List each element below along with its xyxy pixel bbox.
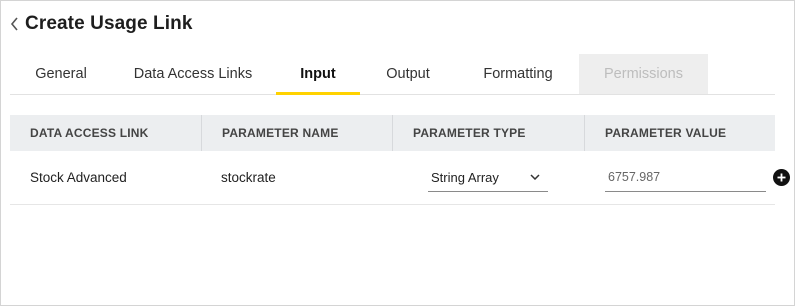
back-button[interactable]: [7, 14, 21, 34]
tab-data-access-links[interactable]: Data Access Links: [118, 54, 268, 94]
tab-formatting[interactable]: Formatting: [466, 54, 570, 94]
tab-general[interactable]: General: [10, 54, 112, 94]
column-header-data-access-link: DATA ACCESS LINK: [30, 126, 149, 140]
parameters-table: DATA ACCESS LINK PARAMETER NAME PARAMETE…: [10, 115, 790, 205]
cell-parameter-type: String Array: [392, 151, 584, 204]
plus-icon: [777, 173, 786, 182]
cell-parameter-name: stockrate: [221, 170, 276, 185]
tab-permissions: Permissions: [579, 54, 708, 94]
table-row: Stock Advanced stockrate String Array: [10, 151, 790, 205]
tab-input[interactable]: Input: [276, 54, 360, 95]
cell-data-access-link: Stock Advanced: [30, 170, 127, 185]
page-header: Create Usage Link: [7, 11, 193, 37]
cell-parameter-value: [584, 151, 775, 204]
chevron-down-icon: [530, 174, 540, 180]
chevron-left-icon: [10, 17, 18, 31]
column-header-parameter-name: PARAMETER NAME: [201, 115, 392, 151]
add-row-button[interactable]: [773, 169, 790, 186]
parameter-type-selected-value: String Array: [431, 169, 499, 185]
table-header: DATA ACCESS LINK PARAMETER NAME PARAMETE…: [10, 115, 775, 151]
dialog-panel: Create Usage Link General Data Access Li…: [0, 0, 795, 306]
column-header-parameter-type: PARAMETER TYPE: [392, 115, 584, 151]
parameter-value-input[interactable]: [605, 163, 766, 192]
column-header-parameter-value: PARAMETER VALUE: [584, 115, 775, 151]
parameter-type-select[interactable]: String Array: [428, 164, 548, 192]
tab-output[interactable]: Output: [366, 54, 450, 94]
page-title: Create Usage Link: [25, 13, 193, 34]
tab-bar: General Data Access Links Input Output F…: [10, 54, 775, 95]
